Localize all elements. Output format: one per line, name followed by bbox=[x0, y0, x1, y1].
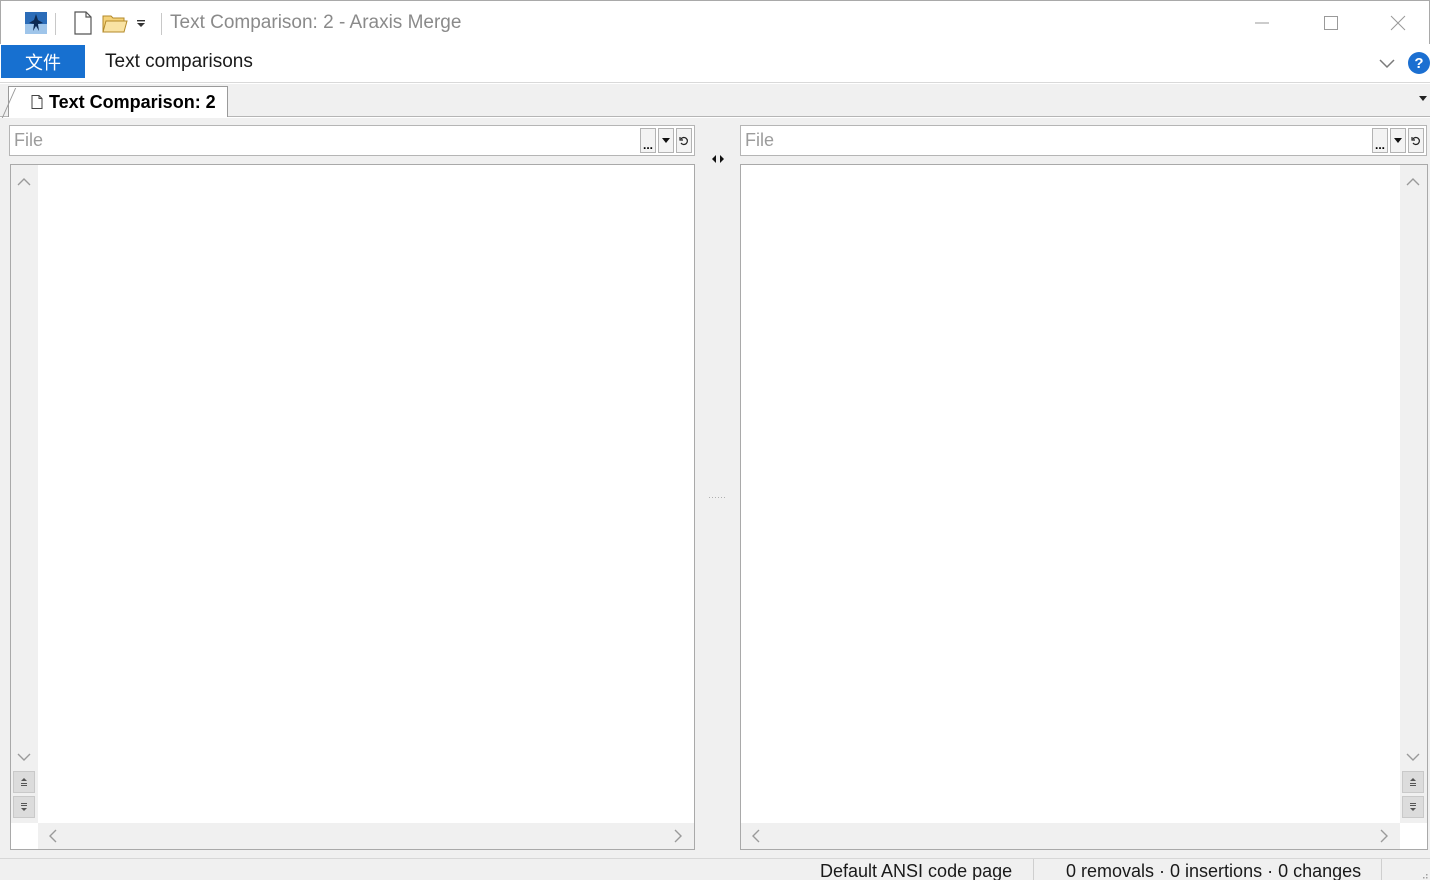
document-icon bbox=[31, 95, 45, 109]
dropdown-arrow-icon bbox=[662, 138, 670, 143]
reload-icon bbox=[1411, 136, 1420, 145]
window-title: Text Comparison: 2 - Araxis Merge bbox=[170, 12, 462, 33]
minimize-button[interactable] bbox=[1227, 1, 1297, 45]
scroll-up-chevron-icon[interactable] bbox=[14, 173, 34, 189]
document-list-dropdown-icon[interactable] bbox=[1418, 94, 1428, 104]
scroll-right-chevron-icon[interactable] bbox=[670, 828, 686, 844]
ribbon-tab-bar: 文件 Text comparisons ? bbox=[0, 44, 1430, 83]
previous-change-button[interactable] bbox=[1402, 771, 1424, 793]
scroll-left-chevron-icon[interactable] bbox=[44, 828, 60, 844]
toolbar-separator bbox=[161, 13, 162, 35]
scroll-up-chevron-icon[interactable] bbox=[1403, 173, 1423, 189]
customize-toolbar-dropdown-icon[interactable] bbox=[133, 9, 149, 37]
next-change-button[interactable] bbox=[13, 796, 35, 818]
next-change-icon bbox=[21, 803, 27, 811]
right-reload-button[interactable] bbox=[1408, 128, 1424, 153]
left-browse-button[interactable]: ... bbox=[640, 128, 656, 153]
document-tab-strip: Text Comparison: 2 bbox=[0, 84, 1430, 122]
right-browse-button[interactable]: ... bbox=[1372, 128, 1388, 153]
minimize-icon bbox=[1255, 22, 1269, 24]
reload-icon bbox=[679, 136, 688, 145]
browse-dots: ... bbox=[1374, 137, 1385, 152]
title-bar: Text Comparison: 2 - Araxis Merge bbox=[0, 0, 1430, 44]
left-navigation-rail bbox=[11, 165, 38, 823]
status-divider bbox=[1381, 859, 1382, 880]
tab-text-comparisons[interactable]: Text comparisons bbox=[105, 51, 253, 73]
previous-change-icon bbox=[21, 778, 27, 786]
left-text-pane[interactable] bbox=[10, 164, 695, 850]
right-navigation-rail bbox=[1400, 165, 1427, 823]
previous-change-button[interactable] bbox=[13, 771, 35, 793]
next-change-icon bbox=[1410, 803, 1416, 811]
scroll-down-chevron-icon[interactable] bbox=[1403, 749, 1423, 765]
resize-grip-icon[interactable] bbox=[1418, 869, 1428, 879]
status-encoding[interactable]: Default ANSI code page bbox=[820, 859, 1012, 880]
new-document-icon[interactable] bbox=[71, 9, 95, 37]
right-text-pane[interactable] bbox=[740, 164, 1428, 850]
left-history-dropdown[interactable] bbox=[658, 128, 674, 153]
toolbar-separator bbox=[55, 13, 56, 35]
tab-text-comparison-2[interactable]: Text Comparison: 2 bbox=[0, 86, 228, 122]
close-icon bbox=[1390, 15, 1406, 31]
status-change-summary: 0 removals · 0 insertions · 0 changes bbox=[1066, 861, 1362, 880]
tab-label: Text Comparison: 2 bbox=[49, 91, 216, 112]
comparison-workspace: ... ... bbox=[0, 118, 1430, 858]
right-horizontal-scrollbar[interactable] bbox=[741, 823, 1400, 849]
next-change-button[interactable] bbox=[1402, 796, 1424, 818]
left-file-path-input[interactable] bbox=[10, 126, 640, 155]
status-divider bbox=[1033, 859, 1034, 880]
left-file-bar: ... bbox=[9, 125, 695, 156]
pane-splitter-grip[interactable] bbox=[708, 496, 726, 500]
close-button[interactable] bbox=[1366, 1, 1430, 45]
left-reload-button[interactable] bbox=[676, 128, 692, 153]
dropdown-arrow-icon bbox=[1394, 138, 1402, 143]
open-folder-icon[interactable] bbox=[101, 9, 129, 37]
left-horizontal-scrollbar[interactable] bbox=[38, 823, 694, 849]
maximize-button[interactable] bbox=[1296, 1, 1366, 45]
status-bar: Default ANSI code page 0 removals · 0 in… bbox=[0, 858, 1430, 880]
previous-change-icon bbox=[1410, 778, 1416, 786]
araxis-app-icon[interactable] bbox=[23, 9, 49, 37]
scroll-right-chevron-icon[interactable] bbox=[1376, 828, 1392, 844]
browse-dots: ... bbox=[642, 137, 653, 152]
right-file-bar: ... bbox=[740, 125, 1427, 156]
scroll-down-chevron-icon[interactable] bbox=[14, 749, 34, 765]
expand-ribbon-chevron-icon[interactable] bbox=[1376, 52, 1398, 74]
right-history-dropdown[interactable] bbox=[1390, 128, 1406, 153]
swap-files-icon[interactable] bbox=[711, 154, 725, 164]
scroll-left-chevron-icon[interactable] bbox=[747, 828, 763, 844]
maximize-icon bbox=[1324, 16, 1338, 30]
right-file-path-input[interactable] bbox=[741, 126, 1371, 155]
help-icon[interactable]: ? bbox=[1408, 52, 1430, 74]
file-tab[interactable]: 文件 bbox=[1, 45, 85, 78]
